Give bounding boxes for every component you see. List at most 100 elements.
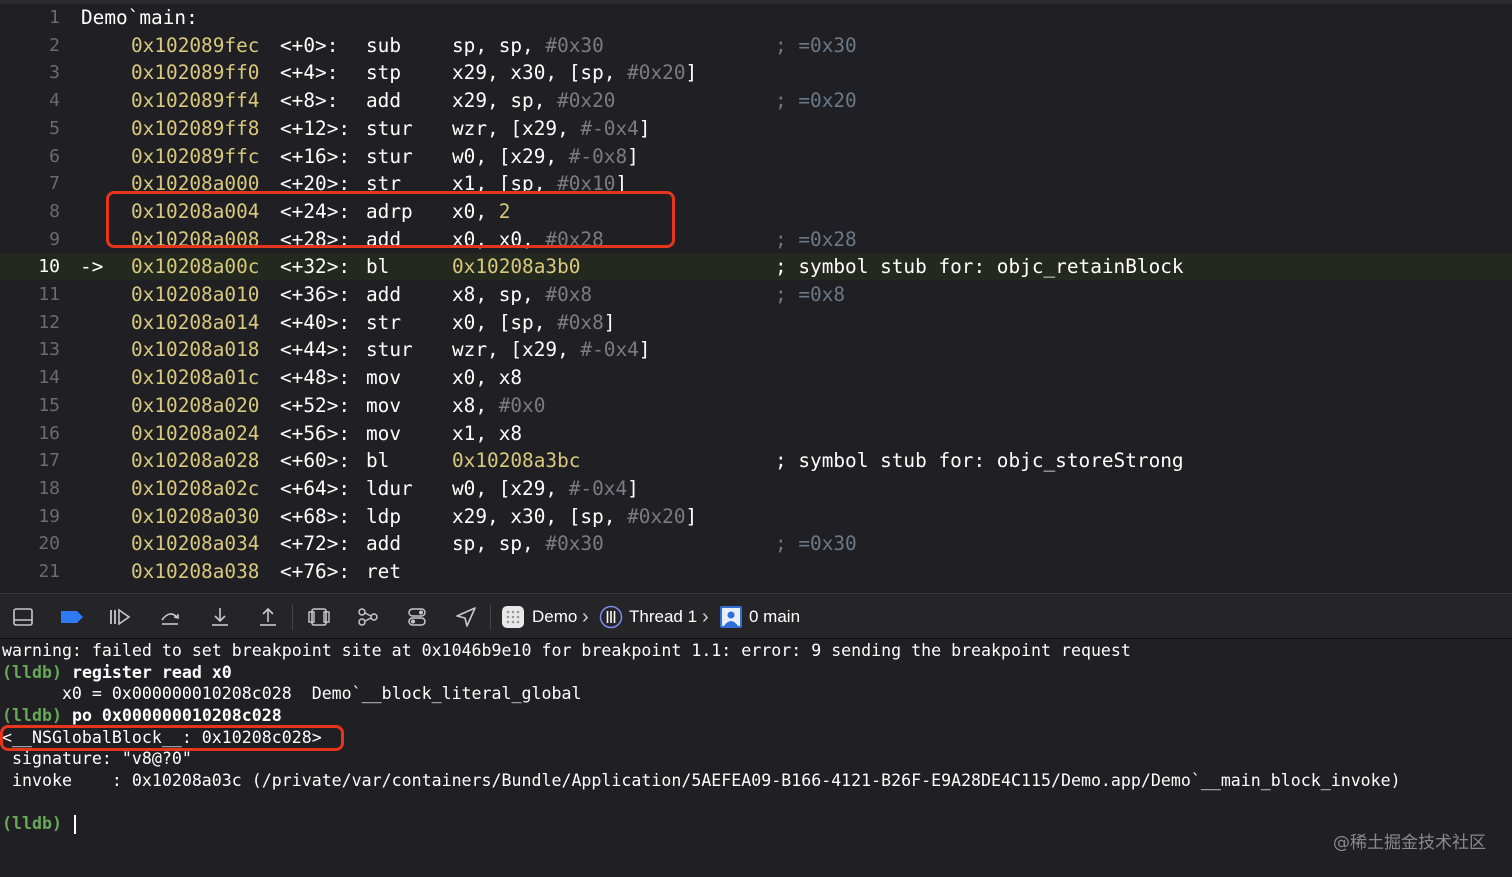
step-over-icon[interactable] (159, 606, 181, 628)
instruction-address: 0x10208a020 (131, 393, 260, 417)
highlight-box (0, 725, 344, 751)
instruction-operands: sp, sp, #0x30 (452, 530, 604, 557)
code-line: 17 0x10208a028 <+60>: bl 0x10208a3bc ; symbol… (0, 447, 1512, 474)
instruction-offset: <+4>: (280, 61, 339, 85)
code-line: 16 0x10208a024 <+56>: mov x1, x8 (0, 420, 1512, 447)
operand-text: x29, sp, (452, 89, 558, 113)
instruction-mnemonic: stur (366, 116, 413, 140)
instruction-operands: x29, x30, [sp, #0x20] (452, 503, 697, 530)
line-number: 2 (49, 34, 60, 56)
instruction-address: 0x10208a028 (131, 449, 260, 473)
console-command-line: (lldb) register read x0 (2, 662, 232, 684)
operand-immediate: #0x0 (498, 393, 546, 417)
instruction-offset: <+40>: (280, 310, 351, 334)
current-instruction-line: 10 -> 0x10208a00c <+32>: bl 0x10208a3b0 ; symb… (0, 253, 1512, 281)
step-into-icon[interactable] (209, 606, 231, 628)
console-input-line[interactable]: (lldb) (2, 813, 76, 835)
console-command: po 0x000000010208c028 (71, 706, 282, 725)
line-number: 3 (49, 62, 60, 84)
code-line: 1 Demo`main: (0, 4, 1512, 31)
instruction-address: 0x10208a024 (131, 421, 260, 445)
operand-text: w0, [x29, (452, 476, 569, 500)
line-number: 19 (38, 505, 60, 527)
console-output: x0 = 0x000000010208c028 Demo`__block_lit… (2, 684, 582, 703)
instruction-offset: <+16>: (280, 144, 351, 168)
line-number: 15 (38, 394, 60, 416)
line-number: 1 (49, 7, 60, 28)
line-number: 14 (38, 367, 60, 389)
debug-bar: Demo › Thread 1 › 0 main (0, 593, 1512, 639)
line-number: 17 (38, 450, 60, 472)
view-hierarchy-icon[interactable] (308, 606, 330, 628)
operand-text: ] (685, 504, 698, 528)
breakpoints-toggle-icon[interactable] (60, 606, 84, 628)
code-line: 18 0x10208a02c <+64>: ldur w0, [x29, #-0x4] (0, 475, 1512, 502)
operand-immediate: #0x20 (627, 504, 686, 528)
instruction-address: 0x10208a030 (131, 504, 260, 528)
instruction-offset: <+64>: (280, 476, 351, 500)
simulate-location-icon[interactable] (455, 606, 477, 628)
instruction-mnemonic: ldur (366, 476, 413, 500)
instruction-operands: x8, sp, #0x8 (452, 281, 592, 308)
instruction-comment: ; =0x20 (775, 89, 857, 113)
instruction-mnemonic: stur (366, 144, 413, 168)
breadcrumb-thread[interactable]: Thread 1 (629, 594, 697, 640)
operand-immediate: #-0x8 (568, 144, 628, 168)
instruction-address: 0x102089ff0 (131, 61, 260, 85)
step-out-icon[interactable] (257, 606, 279, 628)
console-prompt: (lldb) (2, 814, 62, 833)
instruction-address: 0x10208a034 (131, 532, 260, 556)
operand-immediate: #-0x4 (580, 116, 639, 140)
memory-graph-icon[interactable] (357, 606, 379, 628)
instruction-offset: <+52>: (280, 393, 351, 417)
line-number: 10 (38, 256, 60, 278)
operand-text: x8, sp, (452, 283, 546, 306)
instruction-operands: 0x10208a3bc (452, 447, 580, 474)
branch-target: 0x10208a3b0 (452, 255, 581, 279)
continue-icon[interactable] (108, 606, 132, 628)
lldb-console[interactable]: warning: failed to set breakpoint site a… (0, 639, 1512, 877)
disassembly-editor[interactable]: 1 Demo`main: 2 0x102089fec <+0>: sub sp, sp, #… (0, 4, 1512, 593)
instruction-mnemonic: str (366, 310, 402, 334)
breadcrumb-app[interactable]: Demo (532, 594, 577, 640)
instruction-mnemonic: stur (366, 338, 413, 362)
instruction-mnemonic: bl (366, 255, 390, 279)
instruction-offset: <+60>: (280, 449, 351, 473)
instruction-mnemonic: ldp (366, 504, 402, 528)
operand-text: ] (685, 61, 698, 85)
highlight-box (106, 190, 675, 248)
code-line: 13 0x10208a018 <+44>: stur wzr, [x29, #-0x4] (0, 336, 1512, 363)
instruction-offset: <+8>: (280, 89, 339, 113)
code-line: 4 0x102089ff4 <+8>: add x29, sp, #0x20 ; =0x2… (0, 87, 1512, 114)
toolbar-separator (490, 604, 491, 630)
instruction-address: 0x10208a010 (131, 283, 260, 306)
line-number: 7 (49, 173, 60, 195)
line-number: 12 (38, 311, 60, 333)
operand-text: ] (638, 338, 651, 362)
code-line: 2 0x102089fec <+0>: sub sp, sp, #0x30 ; =0x30 (0, 32, 1512, 59)
instruction-operands: w0, [x29, #-0x4] (452, 475, 639, 502)
breadcrumb-frame[interactable]: 0 main (749, 594, 800, 640)
symbol-comment: ; symbol stub for: objc_retainBlock (775, 255, 1184, 279)
environment-overrides-icon[interactable] (406, 606, 428, 628)
operand-text: ] (603, 310, 616, 334)
instruction-offset: <+44>: (280, 338, 351, 362)
instruction-address: 0x102089ffc (131, 144, 260, 168)
branch-target: 0x10208a3bc (452, 449, 581, 473)
program-counter-arrow: -> (80, 255, 104, 279)
operand-text: ] (627, 144, 639, 168)
instruction-offset: <+36>: (280, 283, 351, 306)
instruction-offset: <+68>: (280, 504, 351, 528)
operand-immediate: #0x30 (545, 33, 604, 57)
thread-icon (599, 605, 623, 629)
hide-console-icon[interactable] (12, 606, 34, 628)
code-line: 21 0x10208a038 <+76>: ret (0, 558, 1512, 585)
instruction-operands: 0x10208a3b0 (452, 253, 580, 280)
instruction-address: 0x10208a01c (131, 366, 260, 390)
operand-text: x29, x30, [sp, (452, 504, 628, 528)
line-number: 18 (38, 477, 60, 499)
instruction-comment: ; =0x30 (775, 532, 857, 556)
console-command: register read x0 (71, 663, 232, 682)
instruction-comment: ; =0x28 (775, 227, 857, 251)
code-line: 6 0x102089ffc <+16>: stur w0, [x29, #-0x8] (0, 143, 1512, 170)
